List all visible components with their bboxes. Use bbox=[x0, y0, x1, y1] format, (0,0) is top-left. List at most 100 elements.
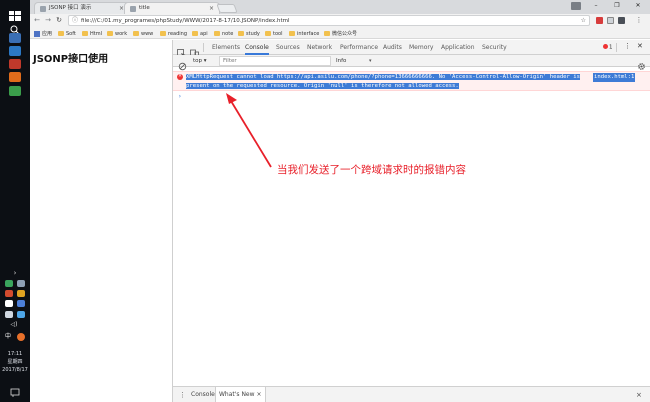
page-favicon-icon bbox=[130, 6, 136, 12]
bookmark-folder[interactable]: note bbox=[214, 28, 233, 39]
bookmark-folder[interactable]: api bbox=[192, 28, 208, 39]
annotation-arrow bbox=[226, 93, 272, 168]
bookmark-folder[interactable]: work bbox=[107, 28, 127, 39]
bookmark-label: www bbox=[141, 30, 154, 37]
bookmark-apps[interactable]: 应用 bbox=[34, 28, 52, 39]
folder-icon bbox=[82, 31, 88, 36]
windows-start-icon[interactable] bbox=[9, 6, 21, 21]
page-viewport: JSONP接口使用 bbox=[30, 40, 172, 402]
clock-date[interactable]: 2017/8/17 bbox=[0, 367, 30, 374]
user-profile-icon[interactable] bbox=[571, 2, 581, 10]
new-tab-button[interactable] bbox=[216, 4, 238, 13]
chrome-taskbar-icon[interactable] bbox=[9, 33, 21, 43]
bookmark-label: api bbox=[200, 30, 208, 37]
bookmarks-bar: 应用 Soft Html work www reading api note s… bbox=[30, 28, 650, 39]
info-icon[interactable]: ⓘ bbox=[72, 16, 78, 26]
windows-taskbar: › ◁) 中 17:11 星期四 2017/8/17 bbox=[0, 0, 30, 402]
screen: › ◁) 中 17:11 星期四 2017/8/17 JSONP 接口 演示 × bbox=[0, 0, 650, 402]
drawer-tab-label: What's New bbox=[219, 391, 255, 398]
annotation-text: 当我们发送了一个跨域请求时的报错内容 bbox=[277, 164, 466, 176]
volume-icon[interactable]: ◁) bbox=[9, 321, 19, 328]
bookmark-label: note bbox=[222, 30, 234, 37]
folder-icon bbox=[133, 31, 139, 36]
folder-icon bbox=[192, 31, 198, 36]
page-favicon-icon bbox=[40, 6, 46, 12]
forward-arrow-icon[interactable]: → bbox=[43, 15, 53, 26]
tab-strip: JSONP 接口 演示 × title × – ❐ ✕ bbox=[30, 0, 650, 14]
sogou-icon[interactable] bbox=[17, 333, 25, 341]
clock-time[interactable]: 17:11 bbox=[0, 351, 30, 358]
bookmark-label: reading bbox=[168, 30, 187, 37]
folder-icon bbox=[58, 31, 64, 36]
search-icon[interactable] bbox=[9, 20, 21, 35]
browser-toolbar: ← → ↻ ⓘ file:///C:/01.my_programes/phpSt… bbox=[30, 14, 650, 28]
tray-app-icon[interactable] bbox=[5, 280, 13, 287]
network-icon[interactable] bbox=[5, 311, 13, 318]
apps-grid-icon bbox=[34, 30, 40, 37]
tray-app-icon[interactable] bbox=[5, 300, 13, 307]
notification-center-icon[interactable] bbox=[9, 383, 21, 397]
folder-icon bbox=[160, 31, 166, 36]
url-text[interactable]: file:///C:/01.my_programes/phpStudy/WWW/… bbox=[81, 16, 290, 26]
devtools-drawer: ⋮ Console What's New × × bbox=[173, 386, 650, 402]
reload-icon[interactable]: ↻ bbox=[54, 15, 64, 26]
close-drawer-icon[interactable]: × bbox=[636, 387, 642, 402]
bookmark-folder[interactable]: interface bbox=[289, 28, 319, 39]
close-window-icon[interactable]: ✕ bbox=[628, 1, 648, 11]
bookmark-folder[interactable]: Soft bbox=[58, 28, 76, 39]
shield-icon[interactable] bbox=[17, 311, 25, 318]
tab-title: title bbox=[139, 5, 150, 11]
tab-title: JSONP 接口 演示 bbox=[49, 5, 92, 11]
app-taskbar-icon[interactable] bbox=[9, 59, 21, 69]
folder-icon bbox=[265, 31, 271, 36]
drawer-tab-whats-new[interactable]: What's New × bbox=[215, 387, 266, 402]
tray-app-icon[interactable] bbox=[17, 290, 25, 297]
chrome-window: JSONP 接口 演示 × title × – ❐ ✕ ← → ↻ ⓘ file… bbox=[30, 0, 650, 402]
tray-expand-icon[interactable]: › bbox=[9, 268, 21, 278]
bookmark-label: 应用 bbox=[42, 31, 53, 37]
back-arrow-icon[interactable]: ← bbox=[32, 15, 42, 26]
bookmark-label: Soft bbox=[66, 30, 76, 37]
tray-app-icon[interactable] bbox=[17, 300, 25, 307]
clock-day[interactable]: 星期四 bbox=[0, 359, 30, 366]
extension-icon[interactable] bbox=[596, 17, 603, 24]
bookmark-label: work bbox=[115, 30, 128, 37]
sublime-taskbar-icon[interactable] bbox=[9, 72, 21, 82]
bookmark-label: tool bbox=[273, 30, 283, 37]
browser-tab-active[interactable]: title × bbox=[124, 2, 220, 14]
tray-app-icon[interactable] bbox=[5, 290, 13, 297]
minimize-icon[interactable]: – bbox=[586, 1, 606, 11]
bookmark-label: study bbox=[246, 30, 260, 37]
bookmark-label: 微信公众号 bbox=[332, 31, 358, 37]
page-title: JSONP接口使用 bbox=[33, 54, 109, 65]
notepad-taskbar-icon[interactable] bbox=[9, 86, 21, 96]
bookmark-star-icon[interactable]: ☆ bbox=[581, 16, 586, 26]
maximize-icon[interactable]: ❐ bbox=[607, 1, 627, 11]
vscode-taskbar-icon[interactable] bbox=[9, 46, 21, 56]
browser-tab[interactable]: JSONP 接口 演示 × bbox=[34, 2, 130, 14]
extension-icon[interactable] bbox=[607, 17, 614, 24]
bookmark-folder[interactable]: study bbox=[238, 28, 260, 39]
bookmark-folder[interactable]: 微信公众号 bbox=[324, 28, 357, 39]
bookmark-label: Html bbox=[90, 30, 102, 37]
extension-icon[interactable] bbox=[618, 17, 625, 24]
devtools-panel: Elements Console Sources Network Perform… bbox=[172, 40, 650, 402]
ime-icon[interactable]: 中 bbox=[5, 333, 13, 341]
close-tab-icon[interactable]: × bbox=[209, 4, 214, 13]
folder-icon bbox=[289, 31, 295, 36]
bookmark-folder[interactable]: Html bbox=[82, 28, 102, 39]
drawer-menu-icon[interactable]: ⋮ bbox=[179, 388, 186, 402]
bookmark-folder[interactable]: tool bbox=[265, 28, 282, 39]
folder-icon bbox=[238, 31, 244, 36]
folder-icon bbox=[324, 31, 330, 36]
bookmark-folder[interactable]: www bbox=[133, 28, 153, 39]
menu-kebab-icon[interactable]: ⋮ bbox=[634, 15, 644, 26]
folder-icon bbox=[107, 31, 113, 36]
bookmark-label: interface bbox=[297, 30, 320, 37]
tray-app-icon[interactable] bbox=[17, 280, 25, 287]
folder-icon bbox=[214, 31, 220, 36]
address-bar[interactable]: ⓘ file:///C:/01.my_programes/phpStudy/WW… bbox=[68, 15, 590, 26]
drawer-tab-console[interactable]: Console bbox=[191, 387, 215, 402]
bookmark-folder[interactable]: reading bbox=[160, 28, 187, 39]
close-drawer-tab-icon[interactable]: × bbox=[256, 391, 261, 398]
